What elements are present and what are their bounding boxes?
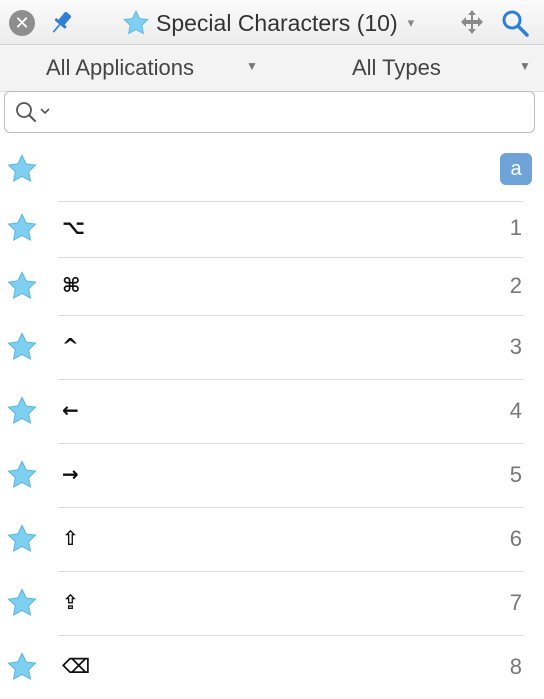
list-item-text: ← [62,398,79,422]
star-icon [7,524,37,552]
star-icon [7,213,37,241]
list-item-text: ⇧ [62,526,79,550]
type-filter[interactable]: All Types [352,45,441,91]
list-item[interactable]: ⌘ 2 [0,257,544,315]
chevron-down-icon: ▼ [246,59,258,73]
search-input[interactable] [57,100,521,126]
chevron-down-icon: ▼ [519,59,531,73]
shortcut-key-label: 1 [509,215,522,240]
star-icon [7,332,37,360]
list-item[interactable]: ⌫ 8 [0,635,544,699]
close-button[interactable]: ✕ [9,10,35,36]
application-filter-label: All Applications [46,55,194,80]
shortcut-key-label: 7 [509,590,522,615]
chevron-down-icon: ▾ [407,15,415,30]
shortcut-key-label: a [500,153,532,185]
search-icon[interactable] [500,8,530,38]
list-item[interactable]: ← 4 [0,379,544,443]
shortcut-key-label: 4 [509,398,522,423]
collection-selector[interactable]: Special Characters (10) ▾ [122,8,414,38]
list-item[interactable]: ⇧ 6 [0,507,544,571]
star-icon [7,154,37,182]
list-item[interactable]: → 5 [0,443,544,507]
window-title: Special Characters (10) [156,9,398,36]
star-icon [7,588,37,616]
list-item[interactable]: ⇪ 7 [0,571,544,635]
search-field[interactable] [4,91,535,133]
search-icon [16,102,50,122]
list-item-text: ⌘ [62,273,81,297]
list-item-text: ⇪ [62,590,79,614]
list-item-text: → [62,462,79,486]
list-item-text: ^ [62,334,79,358]
list-item[interactable]: a [0,137,544,201]
star-icon [123,10,149,35]
shortcut-key-label: 2 [509,273,522,298]
application-filter[interactable]: All Applications [46,45,194,91]
close-icon: ✕ [14,13,30,33]
list-item[interactable]: ^ 3 [0,315,544,379]
star-icon [7,460,37,488]
shortcut-key-label: 8 [509,654,522,679]
filter-bar: All Applications ▼ All Types ▼ [0,45,544,92]
pin-icon[interactable] [46,8,76,38]
shortcut-key-label: 3 [509,334,522,359]
move-icon[interactable] [458,8,486,36]
list-item-text: ⌥ [62,215,86,239]
shortcut-key-label: 5 [509,462,522,487]
list-item[interactable]: ⌥ 1 [0,199,544,257]
shortcut-key-label: 6 [509,526,522,551]
list-item-text: ⌫ [62,654,91,678]
title-bar: ✕ Special Characters (10) ▾ [0,0,544,45]
star-icon [7,396,37,424]
star-icon [7,652,37,680]
star-icon [7,271,37,299]
type-filter-label: All Types [352,55,441,80]
